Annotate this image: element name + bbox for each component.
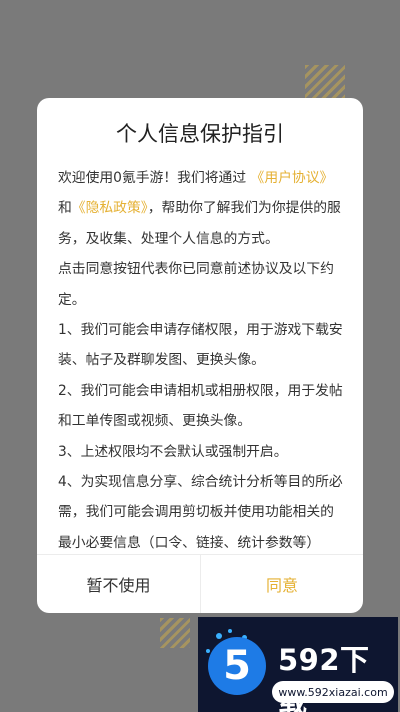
site-watermark: 5 592下载 www.592xiazai.com [198,617,398,712]
permission-item: 2、我们可能会申请相机或相册权限，用于发帖和工单传图或视频、更换头像。 [58,382,343,430]
dialog-content: 欢迎使用0氪手游！我们将通过 《用户协议》 和《隐私政策》，帮助你了解我们为你提… [58,163,347,558]
intro-paragraph: 欢迎使用0氪手游！我们将通过 《用户协议》 和《隐私政策》，帮助你了解我们为你提… [58,163,347,254]
cancel-button[interactable]: 暂不使用 [37,555,200,613]
permission-item: 1、我们可能会申请存储权限，用于游戏下载安装、帖子及群聊发图、更换头像。 [58,322,343,369]
consent-paragraph: 点击同意按钮代表你已同意前述协议及以下约定。 [58,261,334,308]
privacy-policy-link[interactable]: 《隐私政策》 [72,200,148,216]
brand-url: www.592xiazai.com [272,681,394,703]
dialog-title: 个人信息保护指引 [116,122,284,146]
user-agreement-link[interactable]: 《用户协议》 [251,170,334,186]
agree-button[interactable]: 同意 [201,555,363,613]
background-decoration [160,618,190,648]
privacy-dialog: 个人信息保护指引 欢迎使用0氪手游！我们将通过 《用户协议》 和《隐私政策》，帮… [37,98,363,613]
brand-logo-icon: 5 [208,637,266,695]
permission-item: 3、上述权限均不会默认或强制开启。 [58,443,288,460]
intro-prefix: 欢迎使用0氪手游！我们将通过 [58,170,251,186]
intro-and: 和 [58,200,72,217]
permission-item: 4、为实现信息分享、综合统计分析等目的所必需，我们可能会调用剪切板并使用功能相关… [58,474,343,551]
